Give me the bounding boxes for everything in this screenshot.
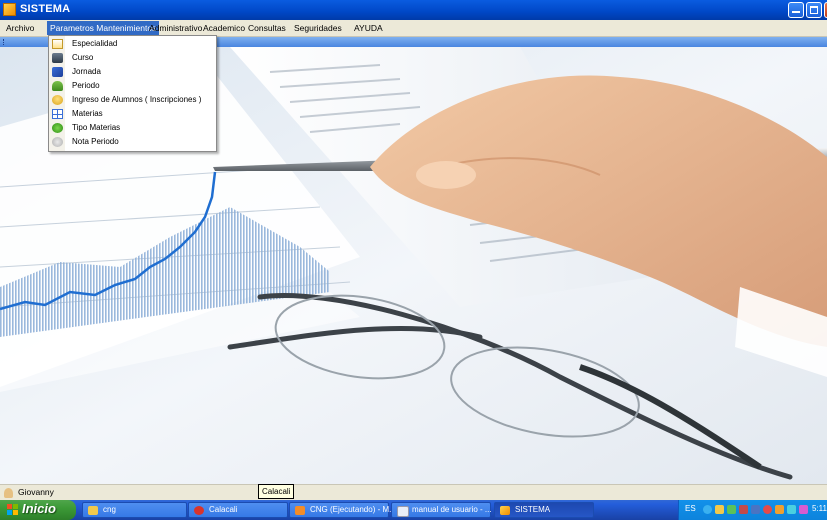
menu-item-ingreso-alumnos[interactable]: Ingreso de Alumnos ( Inscripciones ) — [49, 93, 216, 107]
menu-parametros-mantenimientos[interactable]: Parametros Mantenimientos — [47, 21, 160, 35]
menu-consultas[interactable]: Consultas — [245, 21, 289, 35]
task-sistema[interactable]: SISTEMA — [494, 502, 594, 518]
folder-icon — [88, 506, 98, 515]
shield-icon[interactable] — [715, 505, 724, 514]
menu-item-especialidad[interactable]: Especialidad — [49, 37, 216, 51]
volume-icon[interactable] — [799, 505, 808, 514]
wifi-icon[interactable] — [787, 505, 796, 514]
specialty-icon — [52, 39, 63, 49]
task-label: CNG (Ejecutando) - M... — [310, 505, 396, 514]
minimize-icon — [792, 11, 800, 13]
task-cng[interactable]: cng — [82, 502, 187, 518]
menu-item-label: Jornada — [72, 67, 101, 76]
period-icon — [52, 81, 63, 91]
task-calacali[interactable]: Calacali — [188, 502, 288, 518]
toolstrip-grip[interactable] — [3, 39, 6, 45]
task-manual[interactable]: manual de usuario - ... — [391, 502, 492, 518]
minimize-button[interactable] — [788, 2, 804, 18]
schedule-icon — [52, 67, 63, 77]
menu-item-label: Periodo — [72, 81, 100, 90]
maximize-button[interactable] — [806, 2, 822, 18]
app-icon — [194, 506, 204, 515]
start-label: Inicio — [22, 501, 56, 516]
task-cng-ejecutando[interactable]: CNG (Ejecutando) - M... — [289, 502, 396, 518]
language-indicator[interactable]: ES — [685, 504, 696, 513]
system-tray: ES 5:11 — [678, 500, 827, 520]
menu-item-label: Especialidad — [72, 39, 118, 48]
windows-flag-icon — [7, 504, 18, 515]
security-icon[interactable] — [739, 505, 748, 514]
menu-seguridades[interactable]: Seguridades — [291, 21, 345, 35]
enrollment-icon — [52, 95, 63, 105]
task-label: Calacali — [209, 505, 238, 514]
grade-icon — [52, 137, 63, 147]
menu-item-label: Ingreso de Alumnos ( Inscripciones ) — [72, 95, 202, 104]
antivirus-icon[interactable] — [763, 505, 772, 514]
document-icon — [397, 506, 409, 517]
menu-item-materias[interactable]: Materias — [49, 107, 216, 121]
menu-ayuda[interactable]: AYUDA — [351, 21, 386, 35]
ide-icon — [295, 506, 305, 515]
menu-item-label: Curso — [72, 53, 94, 62]
menu-administrativo[interactable]: Administrativo — [146, 21, 205, 35]
title-bar: SISTEMA — [0, 0, 827, 20]
menu-item-tipo-materias[interactable]: Tipo Materias — [49, 121, 216, 135]
app-icon — [500, 506, 510, 515]
menu-item-label: Nota Periodo — [72, 137, 119, 146]
menu-item-periodo[interactable]: Periodo — [49, 79, 216, 93]
subjects-icon — [52, 109, 63, 119]
menu-item-nota-periodo[interactable]: Nota Periodo — [49, 135, 216, 149]
taskbar: Inicio cng Calacali CNG (Ejecutando) - M… — [0, 500, 827, 520]
monitor-icon[interactable] — [727, 505, 736, 514]
window-title: SISTEMA — [20, 3, 71, 15]
network-icon[interactable] — [703, 505, 712, 514]
taskbar-tooltip: Calacali — [258, 484, 295, 499]
app-icon — [3, 3, 16, 16]
user-icon — [4, 488, 13, 498]
menu-item-jornada[interactable]: Jornada — [49, 65, 216, 79]
menu-item-curso[interactable]: Curso — [49, 51, 216, 65]
task-label: cng — [103, 505, 116, 514]
menu-item-label: Tipo Materias — [72, 123, 121, 132]
update-icon[interactable] — [775, 505, 784, 514]
subject-type-icon — [52, 123, 63, 133]
clock: 5:11 — [812, 504, 827, 513]
status-user: Giovanny — [18, 487, 54, 497]
parametros-dropdown: Especialidad Curso Jornada Periodo Ingre… — [48, 35, 217, 152]
start-button[interactable]: Inicio — [0, 500, 76, 520]
maximize-icon — [810, 6, 818, 14]
task-label: manual de usuario - ... — [412, 505, 492, 514]
menu-item-label: Materias — [72, 109, 103, 118]
course-icon — [52, 53, 63, 63]
menu-academico[interactable]: Academico — [200, 21, 248, 35]
task-label: SISTEMA — [515, 505, 551, 514]
status-bar: Giovanny — [0, 484, 827, 501]
computer-icon[interactable] — [751, 505, 760, 514]
menu-archivo[interactable]: Archivo — [3, 21, 37, 35]
